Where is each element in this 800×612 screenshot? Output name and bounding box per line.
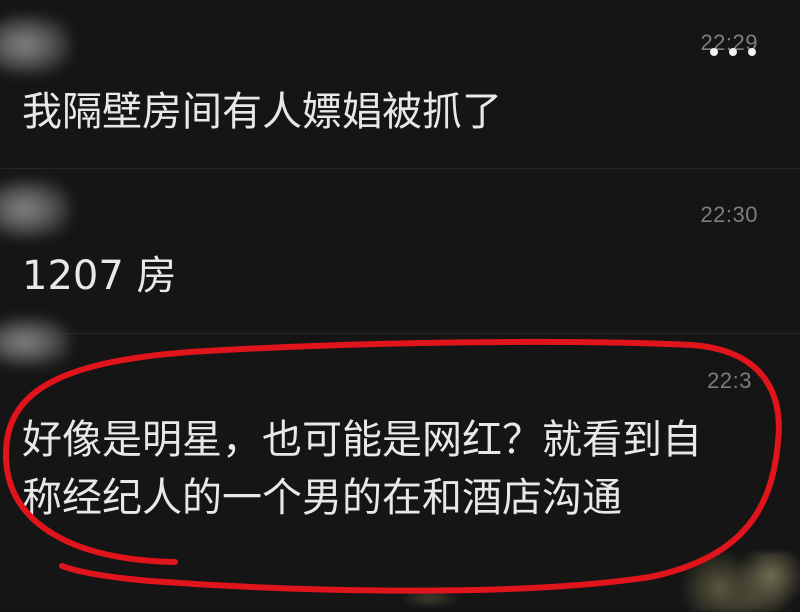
red-highlight-circle: [2, 338, 782, 594]
red-highlight-stroke: [2, 338, 782, 594]
